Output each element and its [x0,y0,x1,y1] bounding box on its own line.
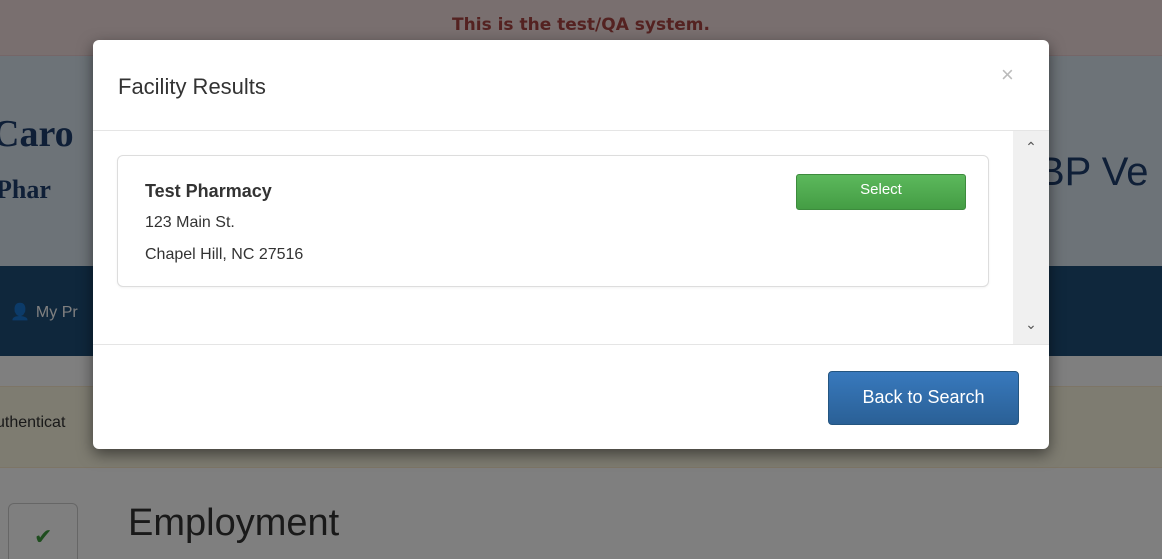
select-button[interactable]: Select [796,174,966,210]
modal-title: Facility Results [118,74,266,99]
modal-footer: Back to Search [93,345,1049,449]
back-to-search-button[interactable]: Back to Search [828,371,1019,425]
page: This is the test/QA system. Caro Phar BP… [0,0,1162,559]
scroll-up-icon[interactable]: ⌃ [1013,139,1049,156]
modal-header: Facility Results × [93,40,1049,131]
facility-city-state-zip: Chapel Hill, NC 27516 [145,246,304,263]
facility-result-card: Test Pharmacy 123 Main St. Chapel Hill, … [117,155,989,287]
facility-street: 123 Main St. [145,214,235,231]
facility-name: Test Pharmacy [145,181,272,201]
facility-results-modal: Facility Results × Test Pharmacy 123 Mai… [93,40,1049,449]
scroll-down-icon[interactable]: ⌄ [1013,316,1049,333]
results-scrollbar[interactable]: ⌃ ⌄ [1013,131,1049,344]
modal-body: Test Pharmacy 123 Main St. Chapel Hill, … [93,131,1049,345]
close-icon[interactable]: × [1001,64,1014,86]
